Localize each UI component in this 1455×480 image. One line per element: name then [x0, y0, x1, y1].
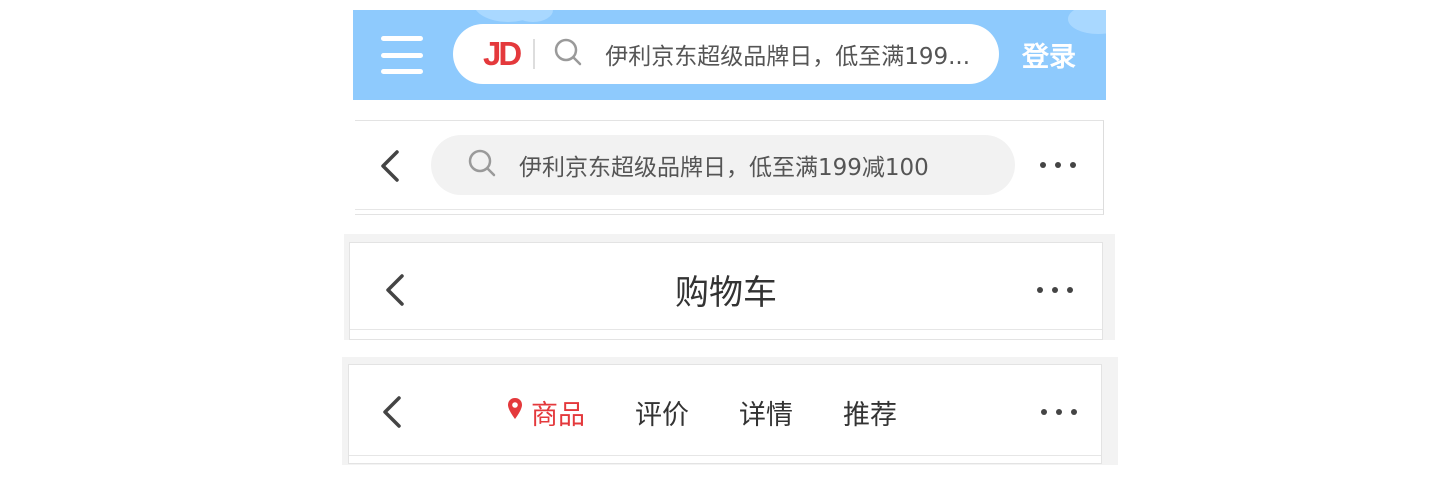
- search-placeholder: 伊利京东超级品牌日，低至满199...: [605, 44, 971, 70]
- search-placeholder: 伊利京东超级品牌日，低至满199减100: [519, 155, 929, 181]
- tab-details[interactable]: 详情: [739, 393, 793, 432]
- tab-product[interactable]: 商品: [507, 393, 585, 432]
- search-icon: [553, 37, 583, 71]
- location-pin-icon: [507, 397, 523, 428]
- tab-label: 商品: [531, 400, 585, 431]
- page-title: 购物车: [675, 273, 777, 313]
- more-icon[interactable]: [1037, 287, 1073, 293]
- product-header: 商品 评价 详情 推荐: [348, 364, 1102, 464]
- home-search-box[interactable]: JD 伊利京东超级品牌日，低至满199...: [453, 24, 999, 84]
- tab-reviews[interactable]: 评价: [635, 393, 689, 432]
- more-icon[interactable]: [1040, 162, 1076, 168]
- home-header: JD 伊利京东超级品牌日，低至满199... 登录: [353, 10, 1106, 100]
- search-input[interactable]: 伊利京东超级品牌日，低至满199减100: [431, 135, 1015, 195]
- more-icon[interactable]: [1041, 409, 1077, 415]
- divider: [350, 329, 1102, 330]
- cloud-decoration: [1068, 10, 1106, 34]
- login-button[interactable]: 登录: [1022, 35, 1076, 74]
- jd-logo: JD: [483, 35, 522, 72]
- tab-recommend[interactable]: 推荐: [843, 393, 897, 432]
- divider: [349, 455, 1101, 456]
- product-tabs: 商品 评价 详情 推荐: [507, 393, 897, 432]
- search-header: 伊利京东超级品牌日，低至满199减100: [355, 120, 1104, 215]
- search-icon: [467, 148, 497, 182]
- back-icon[interactable]: [381, 395, 403, 433]
- back-icon[interactable]: [379, 149, 401, 187]
- cart-header: 购物车: [349, 242, 1103, 340]
- divider: [355, 209, 1103, 210]
- search-divider: [533, 39, 536, 69]
- menu-icon[interactable]: [381, 36, 423, 74]
